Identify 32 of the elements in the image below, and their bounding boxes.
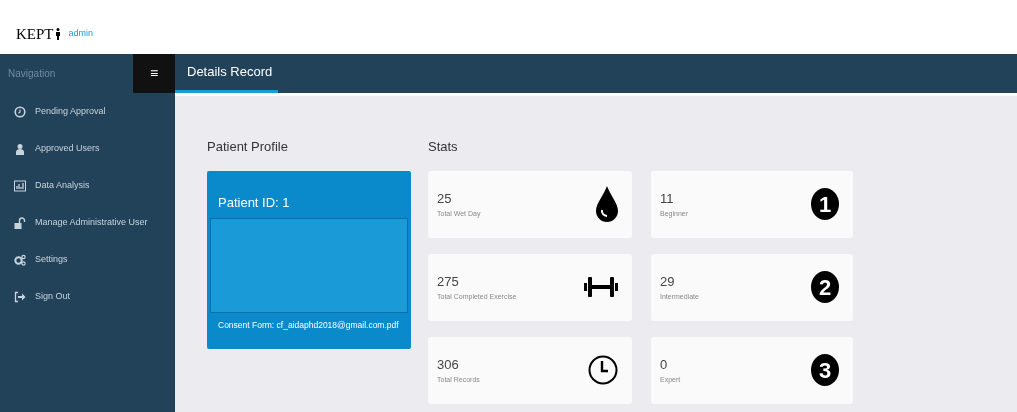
dumbbell-icon bbox=[584, 275, 618, 299]
stat-value: 306 bbox=[437, 356, 460, 374]
person-icon bbox=[54, 28, 61, 40]
stat-value: 11 bbox=[660, 190, 675, 208]
water-drop-icon bbox=[596, 186, 618, 222]
section-heading: Stats bbox=[428, 138, 459, 156]
nav-item[interactable]: Approved Users bbox=[14, 139, 175, 158]
nav-item[interactable]: Settings bbox=[14, 250, 175, 269]
clock-icon bbox=[14, 105, 26, 118]
nav-item[interactable]: Data Analysis bbox=[14, 176, 175, 195]
stat-value: 25 bbox=[437, 190, 453, 208]
gears-icon bbox=[14, 253, 26, 266]
nav-item[interactable]: Pending Approval bbox=[14, 102, 175, 121]
logo: KEPT bbox=[16, 22, 61, 46]
sign-out-icon bbox=[14, 290, 26, 303]
stat-value: 29 bbox=[660, 273, 676, 291]
nav-item[interactable]: Sign Out bbox=[14, 287, 175, 306]
nav-item[interactable]: Manage Administrative User bbox=[14, 213, 175, 232]
clock-icon bbox=[588, 355, 618, 385]
number-badge: 1 bbox=[811, 188, 839, 220]
consent-form-link[interactable]: Consent Form: cf_aidaphd2018@gmail.com.pdf bbox=[210, 319, 408, 332]
chart-icon bbox=[14, 179, 26, 192]
user-icon bbox=[14, 142, 26, 155]
number-badge: 2 bbox=[811, 271, 839, 303]
sidebar-title: Navigation bbox=[7, 67, 56, 81]
menu-toggle-button[interactable]: ≡ bbox=[133, 54, 175, 93]
patient-id: Patient ID: 1 bbox=[217, 193, 291, 212]
stat-value: 0 bbox=[660, 356, 669, 374]
number-badge: 3 bbox=[811, 354, 839, 386]
section-heading: Patient Profile bbox=[207, 138, 289, 156]
stat-value: 275 bbox=[437, 273, 460, 291]
unlock-icon bbox=[14, 216, 26, 229]
